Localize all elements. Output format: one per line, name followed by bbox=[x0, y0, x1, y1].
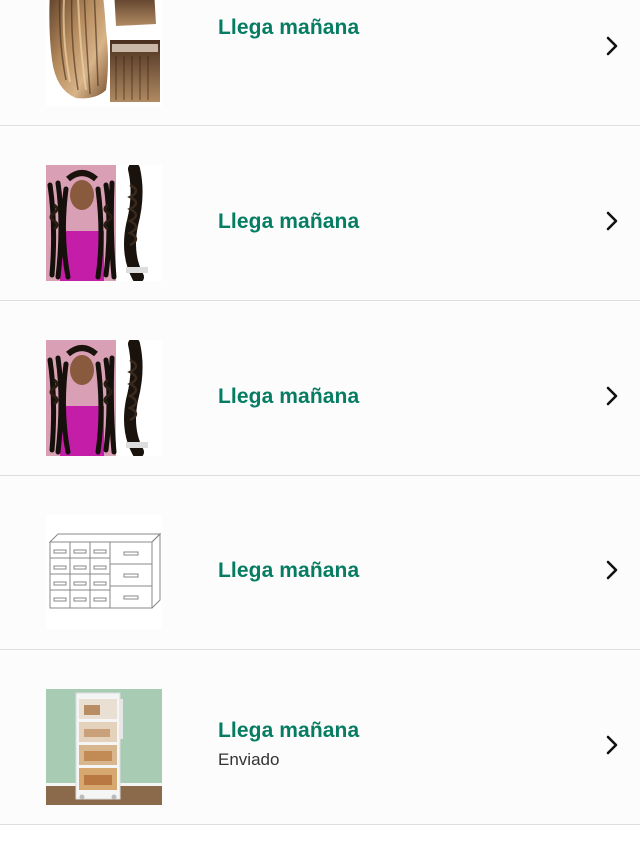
delivery-status: Llega mañana bbox=[218, 559, 360, 582]
deep-wave-braiding-hair-icon bbox=[46, 340, 162, 456]
delivery-status: Llega mañana bbox=[218, 719, 360, 742]
storage-cabinet-icon bbox=[46, 689, 162, 805]
order-row[interactable]: Llega mañana bbox=[0, 476, 640, 650]
hair-extensions-clip-in-icon bbox=[46, 0, 162, 106]
deep-wave-braiding-hair-icon bbox=[46, 165, 162, 281]
clear-drawer-organizer-icon bbox=[46, 514, 162, 630]
order-row[interactable]: Llega mañana bbox=[0, 127, 640, 301]
shipment-status: Enviado bbox=[218, 750, 280, 769]
chevron-right-icon bbox=[606, 36, 618, 56]
delivery-status: Llega mañana bbox=[218, 210, 360, 233]
delivery-status: Llega mañana bbox=[218, 385, 360, 408]
chevron-right-icon bbox=[606, 560, 618, 580]
chevron-right-icon bbox=[606, 735, 618, 755]
order-row[interactable]: Llega mañana bbox=[0, 302, 640, 476]
delivery-status: Llega mañana bbox=[218, 16, 360, 39]
order-row[interactable]: Llega mañana Enviado bbox=[0, 651, 640, 825]
chevron-right-icon bbox=[606, 386, 618, 406]
chevron-right-icon bbox=[606, 211, 618, 231]
order-row[interactable]: Llega mañana bbox=[0, 0, 640, 126]
